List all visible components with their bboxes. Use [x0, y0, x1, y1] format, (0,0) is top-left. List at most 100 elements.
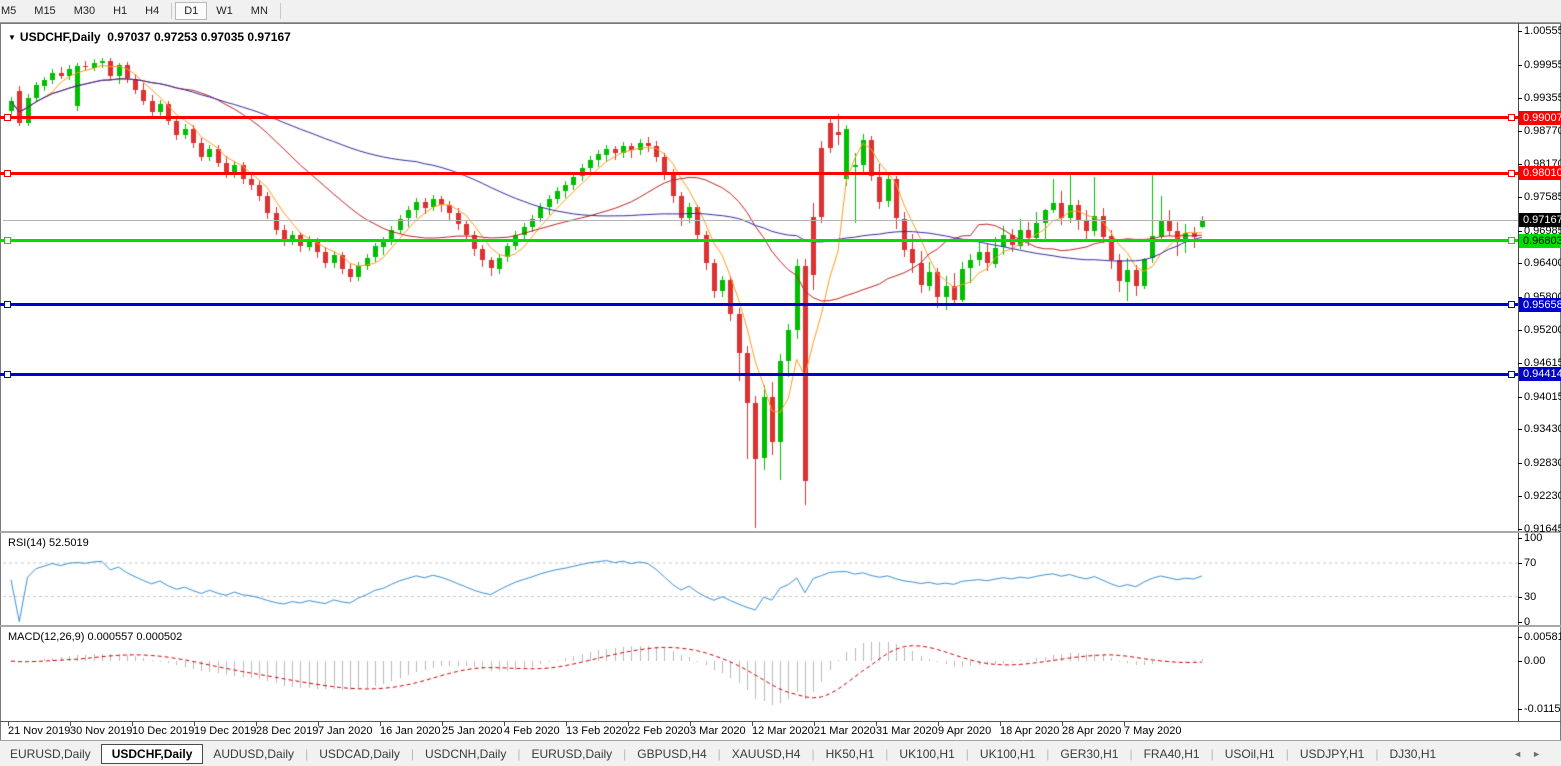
chart-tab-uk100-h1[interactable]: UK100,H1	[970, 744, 1045, 764]
horizontal-level-line[interactable]	[0, 303, 1518, 306]
price-axis-tick[interactable]: 0.96400	[1524, 257, 1561, 269]
chart-tab-usoil-h1[interactable]: USOil,H1	[1215, 744, 1285, 764]
level-price-badge: 0.98010	[1519, 166, 1561, 180]
horizontal-level-line[interactable]	[0, 172, 1518, 175]
tab-scroll-arrows: ◄►	[1513, 749, 1551, 759]
date-axis-label[interactable]: 21 Nov 2019	[8, 725, 70, 737]
chevron-down-icon[interactable]: ▼	[8, 33, 16, 42]
price-axis-tick[interactable]: 0.95200	[1524, 324, 1561, 336]
pane-splitter-rsi[interactable]	[0, 531, 1561, 533]
date-axis-label[interactable]: 3 Mar 2020	[690, 725, 746, 737]
date-axis-label[interactable]: 13 Feb 2020	[566, 725, 628, 737]
chart-tab-bar: EURUSD,DailyUSDCHF,DailyAUDUSD,Daily|USD…	[0, 740, 1561, 766]
timeframe-button-mn[interactable]: MN	[242, 2, 277, 20]
date-axis-label[interactable]: 7 Jan 2020	[318, 725, 372, 737]
date-axis-label[interactable]: 21 Mar 2020	[814, 725, 876, 737]
rsi-axis-tick[interactable]: 30	[1524, 591, 1536, 603]
level-price-badge: 0.94414	[1519, 367, 1561, 381]
level-line-handle[interactable]	[4, 170, 11, 177]
date-axis-label[interactable]: 28 Dec 2019	[256, 725, 318, 737]
date-axis-label[interactable]: 9 Apr 2020	[938, 725, 991, 737]
horizontal-level-line[interactable]	[0, 116, 1518, 119]
level-price-badge: 0.95658	[1519, 298, 1561, 312]
rsi-indicator-label: RSI(14) 52.5019	[8, 537, 89, 549]
price-axis-tick[interactable]: 0.93430	[1524, 423, 1561, 435]
level-line-handle[interactable]	[1508, 237, 1515, 244]
price-axis-tick[interactable]: 0.99355	[1524, 92, 1561, 104]
macd-axis-tick[interactable]: 0.005818	[1524, 631, 1561, 643]
chart-tab-eurusd-daily[interactable]: EURUSD,Daily	[0, 744, 101, 764]
price-axis-tick[interactable]: 0.92830	[1524, 457, 1561, 469]
date-axis-label[interactable]: 10 Dec 2019	[132, 725, 194, 737]
horizontal-level-line[interactable]	[0, 373, 1518, 376]
timeframe-button-h1[interactable]: H1	[104, 2, 136, 20]
level-line-handle[interactable]	[4, 301, 11, 308]
chart-tab-fra40-h1[interactable]: FRA40,H1	[1134, 744, 1210, 764]
date-axis-label[interactable]: 16 Jan 2020	[380, 725, 441, 737]
price-axis-tick[interactable]: 1.00555	[1524, 25, 1561, 37]
level-line-handle[interactable]	[4, 371, 11, 378]
chart-tab-usdcad-daily[interactable]: USDCAD,Daily	[309, 744, 410, 764]
chart-tab-ger30-h1[interactable]: GER30,H1	[1050, 744, 1128, 764]
toolbar-separator	[280, 3, 281, 19]
macd-axis-tick[interactable]: -0.011514	[1524, 703, 1561, 715]
level-line-handle[interactable]	[4, 114, 11, 121]
chart-tab-eurusd-daily[interactable]: EURUSD,Daily	[521, 744, 622, 764]
price-axis-tick[interactable]: 0.98770	[1524, 125, 1561, 137]
timeframe-button-w1[interactable]: W1	[207, 2, 242, 20]
price-axis-tick[interactable]: 0.94015	[1524, 391, 1561, 403]
timeframe-button-m30[interactable]: M30	[65, 2, 104, 20]
timeframe-toolbar: M5M15M30H1H4 D1W1MN	[0, 0, 1561, 23]
level-line-handle[interactable]	[1508, 170, 1515, 177]
chart-ohlc-values: 0.97037 0.97253 0.97035 0.97167	[107, 30, 291, 44]
date-axis-label[interactable]: 25 Jan 2020	[442, 725, 503, 737]
chart-tab-dj30-h1[interactable]: DJ30,H1	[1379, 744, 1446, 764]
timeframe-button-m5[interactable]: M5	[0, 2, 25, 20]
tab-scroll-left-icon[interactable]: ◄	[1513, 749, 1532, 759]
rsi-axis-tick[interactable]: 100	[1524, 532, 1542, 544]
price-axis-tick[interactable]: 0.97585	[1524, 191, 1561, 203]
tab-scroll-right-icon[interactable]: ►	[1532, 749, 1551, 759]
date-axis-label[interactable]: 31 Mar 2020	[876, 725, 938, 737]
timeframe-button-d1[interactable]: D1	[175, 2, 207, 20]
date-axis-label[interactable]: 7 May 2020	[1124, 725, 1181, 737]
macd-axis-tick[interactable]: 0.00	[1524, 655, 1545, 667]
pane-splitter-macd[interactable]	[0, 625, 1561, 627]
price-axis-tick[interactable]: 0.92230	[1524, 490, 1561, 502]
date-axis-label[interactable]: 12 Mar 2020	[752, 725, 814, 737]
rsi-axis-tick[interactable]: 0	[1524, 616, 1530, 628]
timeframe-button-h4[interactable]: H4	[136, 2, 168, 20]
date-axis-label[interactable]: 28 Apr 2020	[1062, 725, 1121, 737]
horizontal-level-line[interactable]	[0, 239, 1518, 242]
chart-tab-gbpusd-h4[interactable]: GBPUSD,H4	[627, 744, 716, 764]
price-axis-tick[interactable]: 0.99955	[1524, 59, 1561, 71]
date-axis-label[interactable]: 30 Nov 2019	[70, 725, 132, 737]
level-line-handle[interactable]	[1508, 114, 1515, 121]
date-axis-label[interactable]: 19 Dec 2019	[194, 725, 256, 737]
chart-tab-xauusd-h4[interactable]: XAUUSD,H4	[722, 744, 811, 764]
date-axis-separator	[0, 721, 1561, 722]
chart-symbol-label: USDCHF,Daily	[20, 30, 101, 44]
chart-tab-audusd-daily[interactable]: AUDUSD,Daily	[203, 744, 304, 764]
level-price-badge: 0.99007	[1519, 111, 1561, 125]
date-axis-label[interactable]: 18 Apr 2020	[1000, 725, 1059, 737]
current-price-line	[3, 220, 1518, 221]
date-axis-label[interactable]: 22 Feb 2020	[628, 725, 690, 737]
price-chart-canvas[interactable]	[0, 0, 1561, 766]
level-line-handle[interactable]	[1508, 371, 1515, 378]
chart-tab-hk50-h1[interactable]: HK50,H1	[816, 744, 885, 764]
toolbar-separator	[171, 3, 172, 19]
level-price-badge: 0.96803	[1519, 234, 1561, 248]
macd-indicator-label: MACD(12,26,9) 0.000557 0.000502	[8, 631, 182, 643]
rsi-axis-tick[interactable]: 70	[1524, 557, 1536, 569]
current-price-badge: 0.97167	[1519, 213, 1561, 227]
level-line-handle[interactable]	[1508, 301, 1515, 308]
timeframe-button-m15[interactable]: M15	[25, 2, 64, 20]
chart-tab-usdcnh-daily[interactable]: USDCNH,Daily	[415, 744, 516, 764]
chart-tab-uk100-h1[interactable]: UK100,H1	[889, 744, 964, 764]
level-line-handle[interactable]	[4, 237, 11, 244]
chart-title: ▼ USDCHF,Daily 0.97037 0.97253 0.97035 0.…	[8, 30, 291, 44]
chart-tab-usdjpy-h1[interactable]: USDJPY,H1	[1290, 744, 1374, 764]
chart-tab-usdchf-daily[interactable]: USDCHF,Daily	[101, 744, 204, 764]
date-axis-label[interactable]: 4 Feb 2020	[504, 725, 560, 737]
